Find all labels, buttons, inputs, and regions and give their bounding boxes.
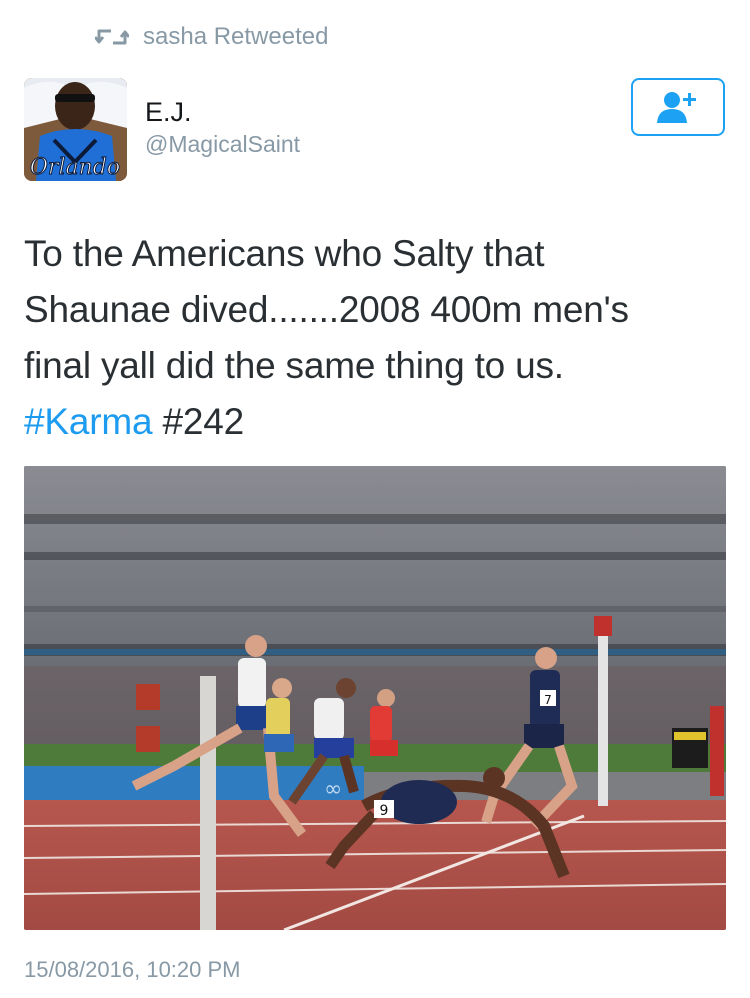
author-handle[interactable]: @MagicalSaint xyxy=(145,131,300,158)
hashtag-text[interactable]: #242 xyxy=(162,401,244,442)
author-name[interactable]: E.J. xyxy=(145,97,192,128)
runner-bib-2: 7 xyxy=(544,693,552,707)
hashtag-line: #Karma #242 xyxy=(24,394,724,450)
tweet-line: final yall did the same thing to us. xyxy=(24,345,564,386)
tweet-line: Shaunae dived.......2008 400m men's xyxy=(24,289,629,330)
runner-bib: 9 xyxy=(380,803,389,819)
hashtag-link[interactable]: #Karma xyxy=(24,401,153,442)
add-user-icon xyxy=(657,92,696,123)
avatar[interactable]: Orlando xyxy=(24,78,127,181)
retweet-label: sasha Retweeted xyxy=(143,23,329,50)
retweet-icon xyxy=(95,29,129,45)
svg-text:∞: ∞ xyxy=(324,777,342,802)
follow-button[interactable] xyxy=(631,78,725,136)
tweet-line: To the Americans who Salty that xyxy=(24,233,545,274)
retweet-context: sasha Retweeted xyxy=(95,22,328,52)
tweet-timestamp: 15/08/2016, 10:20 PM xyxy=(24,957,241,982)
tweet-media-image[interactable]: ∞ 7 9 xyxy=(24,466,726,930)
tweet-text: To the Americans who Salty that Shaunae … xyxy=(24,226,724,450)
race-photo: ∞ 7 9 xyxy=(24,466,726,930)
avatar-jersey-text: Orlando xyxy=(30,155,120,180)
